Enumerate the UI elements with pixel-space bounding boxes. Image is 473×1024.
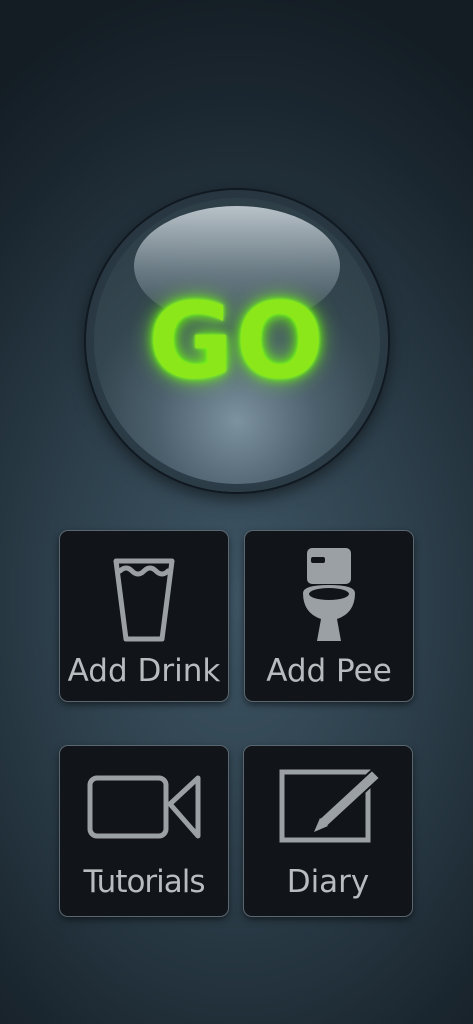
toilet-icon xyxy=(303,548,355,641)
add-pee-button[interactable]: Add Pee xyxy=(245,531,413,701)
tutorials-label: Tutorials xyxy=(83,864,205,900)
glass-of-water-icon xyxy=(113,558,175,642)
go-button[interactable]: GO xyxy=(86,190,388,492)
add-drink-button[interactable]: Add Drink xyxy=(60,531,228,701)
go-button-label: GO xyxy=(148,280,326,402)
tutorials-button[interactable]: Tutorials xyxy=(60,746,228,916)
pencil-notepad-icon xyxy=(279,768,382,843)
add-pee-label: Add Pee xyxy=(266,653,392,689)
add-drink-label: Add Drink xyxy=(67,653,221,689)
diary-button[interactable]: Diary xyxy=(244,746,412,916)
diary-label: Diary xyxy=(286,864,370,900)
video-camera-icon xyxy=(87,775,201,839)
go-button-face: GO xyxy=(94,198,380,484)
